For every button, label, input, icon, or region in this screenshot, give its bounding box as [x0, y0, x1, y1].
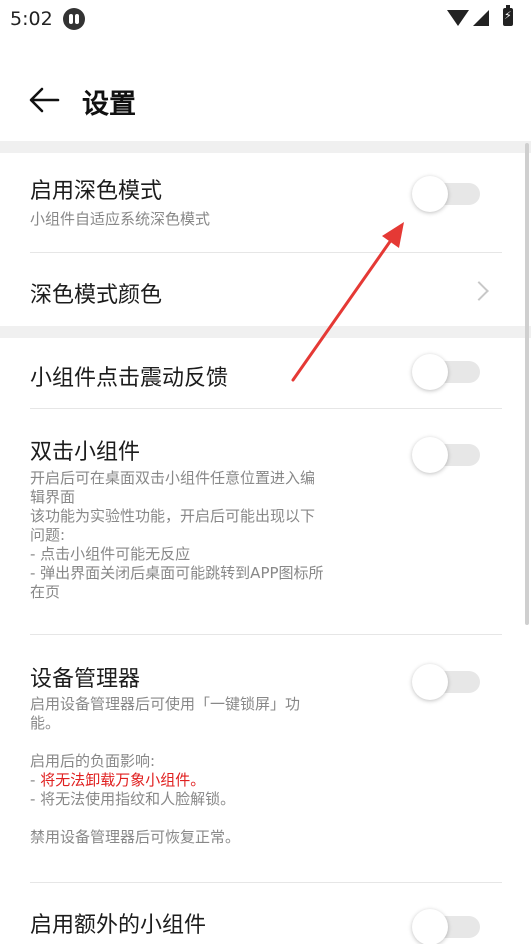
scrollbar[interactable]: [525, 143, 529, 625]
back-arrow-icon[interactable]: [28, 86, 60, 114]
setting-description: 启用设备管理器后可使用「一键锁屏」功 能。 启用后的负面影响: - 将无法卸载万…: [30, 695, 390, 847]
settings-screen: 5:02 设置 启用深色模式 小组件自适应系统深色模式 深色模式颜色 小组件点击…: [0, 0, 531, 944]
desc-line: [30, 733, 390, 752]
setting-click-vibration[interactable]: 小组件点击震动反馈: [0, 338, 522, 408]
toggle-thumb: [412, 176, 448, 212]
desc-line: 启用设备管理器后可使用「一键锁屏」功: [30, 695, 301, 713]
setting-description: 开启后可在桌面双击小组件任意位置进入编 辑界面 该功能为实验性功能，开启后可能出…: [30, 469, 390, 602]
page-title: 设置: [82, 89, 136, 120]
extra-widgets-toggle[interactable]: [412, 909, 482, 944]
desc-line: 问题:: [30, 526, 66, 544]
desc-line: 禁用设备管理器后可恢复正常。: [30, 828, 241, 846]
setting-extra-widgets[interactable]: 启用额外的小组件: [0, 883, 522, 944]
device-admin-toggle[interactable]: [412, 664, 482, 700]
desc-line: 能。: [30, 714, 61, 732]
desc-line: [30, 809, 390, 828]
section-separator: [0, 326, 531, 338]
toggle-thumb: [412, 909, 448, 944]
warning-text-suffix: 。: [190, 771, 206, 789]
click-vibration-toggle[interactable]: [412, 354, 482, 390]
desc-bullet: -: [30, 771, 41, 789]
warning-text: 将无法卸载万象小组件: [40, 771, 191, 789]
desc-line: - 点击小组件可能无反应: [30, 545, 191, 563]
status-time: 5:02: [10, 8, 53, 30]
chevron-right-icon: [469, 281, 489, 301]
desc-line: 辑界面: [30, 488, 76, 506]
toggle-thumb: [412, 354, 448, 390]
setting-title: 小组件点击震动反馈: [30, 366, 229, 391]
status-icons: [447, 5, 513, 26]
setting-title: 启用额外的小组件: [30, 913, 207, 938]
toggle-thumb: [412, 437, 448, 473]
desc-line: 启用后的负面影响:: [30, 752, 156, 770]
battery-charging-icon: [503, 5, 513, 26]
toggle-thumb: [412, 664, 448, 700]
section-separator: [0, 141, 531, 153]
desc-line: - 将无法使用指纹和人脸解锁。: [30, 790, 236, 808]
setting-title: 深色模式颜色: [30, 283, 163, 308]
dark-mode-toggle[interactable]: [412, 176, 482, 212]
desc-line: - 弹出界面关闭后桌面可能跳转到APP图标所: [30, 564, 324, 582]
wifi-icon: [447, 10, 469, 26]
setting-device-admin[interactable]: 设备管理器 启用设备管理器后可使用「一键锁屏」功 能。 启用后的负面影响: - …: [0, 635, 522, 882]
desc-line: 在页: [30, 583, 61, 601]
double-tap-toggle[interactable]: [412, 437, 482, 473]
setting-double-tap[interactable]: 双击小组件 开启后可在桌面双击小组件任意位置进入编 辑界面 该功能为实验性功能，…: [0, 409, 522, 635]
setting-title: 双击小组件: [30, 440, 141, 465]
desc-line: 该功能为实验性功能，开启后可能出现以下: [30, 507, 316, 525]
status-bar: 5:02: [0, 0, 531, 40]
desc-line: 开启后可在桌面双击小组件任意位置进入编: [30, 469, 316, 487]
desc-line-warning: - 将无法卸载万象小组件。: [30, 771, 390, 790]
setting-dark-mode[interactable]: 启用深色模式 小组件自适应系统深色模式: [0, 153, 522, 253]
notification-app-icon: [63, 8, 85, 30]
app-bar: 设置: [0, 68, 531, 132]
setting-description: 小组件自适应系统深色模式: [30, 210, 211, 228]
setting-title: 启用深色模式: [30, 179, 163, 204]
setting-dark-mode-color[interactable]: 深色模式颜色: [0, 253, 522, 329]
setting-title: 设备管理器: [30, 667, 141, 692]
cellular-signal-icon: [473, 10, 489, 26]
